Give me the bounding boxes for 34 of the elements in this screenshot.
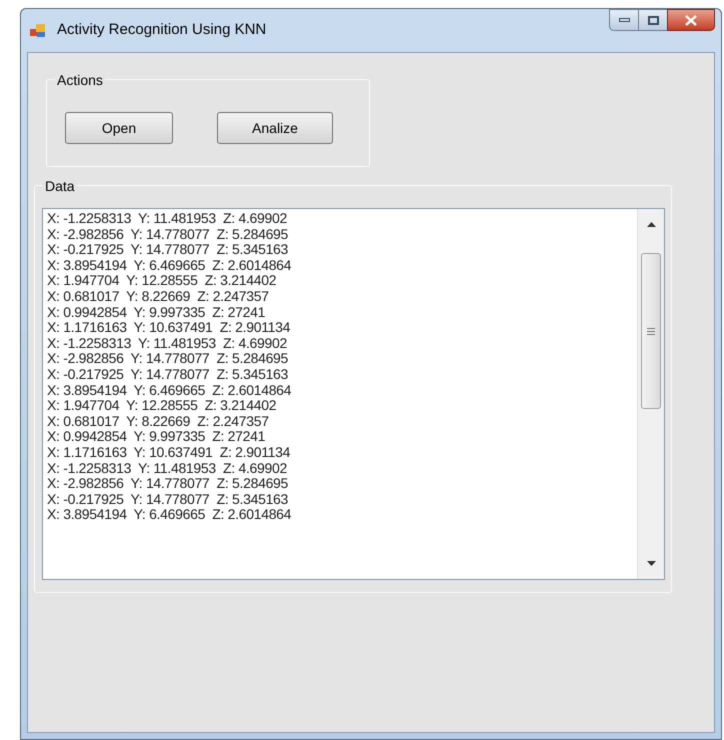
action-button[interactable]: Analize xyxy=(217,112,333,144)
data-line: X: 1.1716163 Y: 10.637491 Z: 2.901134 xyxy=(47,444,292,460)
data-line: X: -0.217925 Y: 14.778077 Z: 5.345163 xyxy=(47,492,290,508)
app-icon xyxy=(29,22,47,38)
data-line: X: -1.2258313 Y: 11.481953 Z: 4.69902 xyxy=(47,460,288,476)
maximize-button[interactable] xyxy=(639,9,667,31)
window-title: Activity Recognition Using KNN xyxy=(57,20,266,40)
grip-icon xyxy=(647,328,655,334)
data-line: X: 3.8954194 Y: 6.469665 Z: 2.6014864 xyxy=(47,507,292,523)
data-line: X: -2.982856 Y: 14.778077 Z: 5.284695 xyxy=(47,351,290,367)
minimize-button[interactable] xyxy=(609,9,639,31)
data-line: X: 0.681017 Y: 8.22669 Z: 2.247357 xyxy=(47,414,270,430)
data-line: X: -1.2258313 Y: 11.481953 Z: 4.69902 xyxy=(47,211,288,227)
data-line: X: 3.8954194 Y: 6.469665 Z: 2.6014864 xyxy=(47,258,292,274)
data-line: X: -0.217925 Y: 14.778077 Z: 5.345163 xyxy=(47,242,290,258)
scroll-down-icon[interactable] xyxy=(646,560,656,566)
close-icon xyxy=(685,14,697,26)
data-line: X: 1.947704 Y: 12.28555 Z: 3.214402 xyxy=(47,398,278,414)
scroll-thumb[interactable] xyxy=(641,253,661,409)
data-line: X: 0.9942854 Y: 9.997335 Z: 27241 xyxy=(47,304,266,320)
data-line: X: -2.982856 Y: 14.778077 Z: 5.284695 xyxy=(47,476,290,492)
scroll-up-icon[interactable] xyxy=(646,222,656,228)
data-line: X: 1.947704 Y: 12.28555 Z: 3.214402 xyxy=(47,273,278,289)
data-line: X: -0.217925 Y: 14.778077 Z: 5.345163 xyxy=(47,366,290,383)
vertical-scrollbar[interactable] xyxy=(637,209,664,579)
data-line: X: -2.982856 Y: 14.778077 Z: 5.284695 xyxy=(47,226,290,242)
data-line: X: 0.681017 Y: 8.22669 Z: 2.247357 xyxy=(47,288,270,305)
data-line: X: -1.2258313 Y: 11.481953 Z: 4.69902 xyxy=(47,336,288,352)
close-button[interactable] xyxy=(667,9,715,31)
data-textbox[interactable] xyxy=(42,208,665,580)
data-line: X: 3.8954194 Y: 6.469665 Z: 2.6014864 xyxy=(47,382,292,398)
action-button[interactable]: Open xyxy=(65,112,173,144)
data-line: X: 0.9942854 Y: 9.997335 Z: 27241 xyxy=(47,429,266,445)
data-line: X: 1.1716163 Y: 10.637491 Z: 2.901134 xyxy=(47,320,292,336)
